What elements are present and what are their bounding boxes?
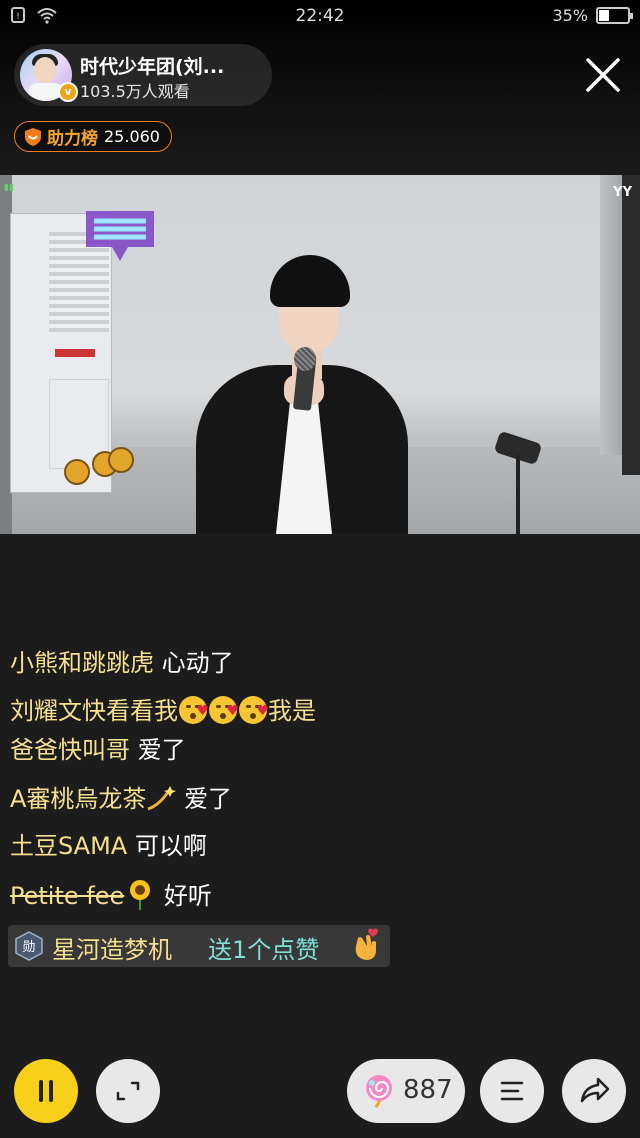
ac-logo	[55, 349, 95, 357]
chat-text: 心动了	[161, 649, 234, 677]
chat-text: 爱了	[184, 785, 233, 813]
chat-text: 可以啊	[134, 832, 207, 860]
status-bar: ! 22:42 35%	[0, 0, 640, 32]
status-time: 22:42	[295, 6, 345, 26]
gift-action-text: 送1个点赞	[208, 936, 320, 964]
chat-message: 小熊和跳跳虎 心动了	[10, 648, 234, 678]
battery-fill	[599, 10, 609, 21]
chat-username[interactable]: 小熊和跳跳虎	[10, 649, 154, 677]
chat-username[interactable]: Petite fee	[10, 882, 124, 910]
gift-button[interactable]: 887	[347, 1059, 465, 1123]
share-button[interactable]	[562, 1059, 626, 1123]
live-video[interactable]: ▮▮ YY	[0, 175, 640, 534]
singer-hair	[270, 255, 350, 307]
kiss-emoji-icon: ♥	[209, 696, 239, 724]
battery-icon	[596, 7, 633, 24]
medal-badge-text: 勋	[22, 940, 35, 955]
expand-icon	[116, 1081, 140, 1101]
show-logo-icon	[86, 211, 154, 261]
status-icons-right: 35%	[552, 6, 633, 25]
mic-stand	[516, 455, 520, 534]
battery-percent: 35%	[552, 6, 588, 25]
microphone-head	[294, 347, 316, 371]
toy-figure	[108, 447, 134, 473]
support-rank-value: 25.060	[104, 127, 160, 146]
fullscreen-button[interactable]	[96, 1059, 160, 1123]
gift-notification: 勋 星河造梦机 送1个点赞	[8, 925, 390, 967]
chat-text: 爱了	[137, 736, 186, 764]
chat-message: A審桃烏龙茶 爱了	[10, 784, 232, 814]
avatar-face	[34, 57, 56, 83]
signal-indicator: ▮▮	[4, 183, 14, 193]
viewer-count: 103.5万人观看	[80, 82, 190, 101]
chat-username[interactable]: 刘耀文快看看我	[10, 697, 178, 725]
video-door	[622, 175, 640, 475]
support-rank-label: 助力榜	[47, 129, 98, 149]
menu-button[interactable]	[480, 1059, 544, 1123]
close-icon[interactable]	[584, 56, 622, 94]
chat-text: 好听	[163, 882, 212, 910]
streamer-name: 时代少年团(刘...	[80, 56, 225, 78]
support-rank-button[interactable]: 助力榜 25.060	[14, 121, 172, 152]
kiss-emoji-icon: ♥	[239, 696, 269, 724]
kiss-emoji-icon: ♥	[179, 696, 209, 724]
chat-message: 刘耀文快看看我 ♥ ♥ ♥ 我是	[10, 696, 316, 726]
gift-sender[interactable]: 星河造梦机	[52, 930, 172, 965]
gift-count: 887	[403, 1075, 453, 1105]
chat-username[interactable]: 土豆SAMA	[10, 832, 127, 860]
toy-figure	[64, 459, 90, 485]
sunflower-icon	[130, 880, 151, 910]
v-badge-icon: v	[58, 82, 78, 102]
pause-button[interactable]	[14, 1059, 78, 1123]
medal-badge-icon: 勋	[15, 931, 43, 961]
thumbs-up-heart-icon	[355, 928, 378, 960]
yy-watermark: YY	[613, 185, 632, 200]
lollipop-icon	[366, 1075, 392, 1109]
chat-username-continued: 我是	[268, 697, 316, 725]
streamer-card[interactable]: v 时代少年团(刘... 103.5万人观看	[14, 44, 272, 106]
shield-icon	[25, 127, 41, 146]
chat-message: Petite fee 好听	[10, 878, 212, 911]
menu-icon	[500, 1081, 524, 1101]
chat-username[interactable]: 爸爸快叫哥	[10, 736, 130, 764]
sparkle-icon	[147, 786, 177, 811]
share-icon	[580, 1077, 610, 1103]
chat-username[interactable]: A審桃烏龙茶	[10, 785, 146, 813]
chat-message: 土豆SAMA 可以啊	[10, 831, 207, 861]
chat-message: 爸爸快叫哥 爱了	[10, 735, 186, 765]
